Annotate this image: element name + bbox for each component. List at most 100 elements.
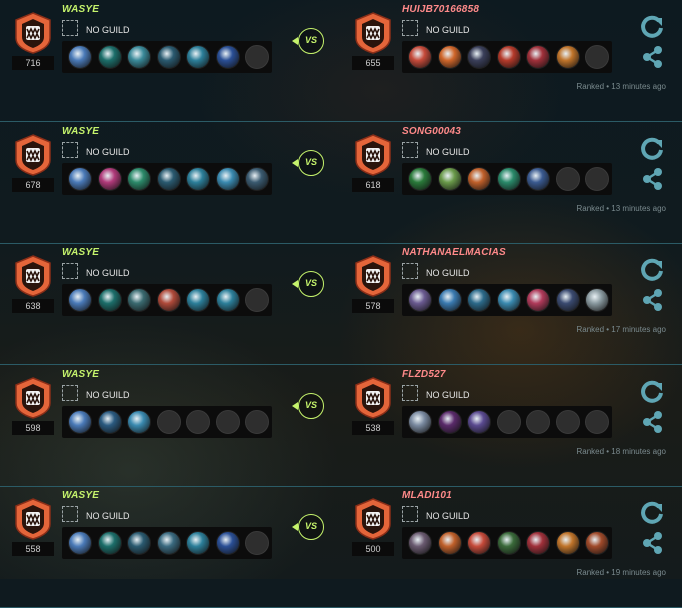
hero-portrait[interactable] <box>127 531 151 555</box>
player-name-link[interactable]: WASYE <box>62 369 99 380</box>
player-name-link[interactable]: MLADI101 <box>402 490 452 501</box>
hero-portrait[interactable] <box>97 45 122 69</box>
hero-portrait[interactable] <box>585 288 609 312</box>
hero-portrait[interactable] <box>467 409 491 434</box>
hero-lineup <box>62 162 272 195</box>
team-left: 638 WASYE NO GUILD <box>10 243 280 353</box>
hero-portrait[interactable] <box>408 45 432 69</box>
hero-portrait[interactable] <box>186 531 210 555</box>
replay-icon[interactable] <box>640 501 664 525</box>
hero-portrait[interactable] <box>245 166 269 191</box>
hero-portrait[interactable] <box>127 166 151 191</box>
player-name-link[interactable]: HUIJB70166858 <box>402 4 479 15</box>
hero-portrait[interactable] <box>97 531 122 555</box>
player-name-link[interactable]: WASYE <box>62 4 99 15</box>
empty-hero-slot <box>245 531 269 555</box>
player-name-link[interactable]: NATHANAELMACIAS <box>402 247 506 258</box>
hero-portrait[interactable] <box>127 45 151 69</box>
hero-portrait[interactable] <box>437 288 462 312</box>
hero-portrait[interactable] <box>186 166 210 191</box>
player-name-link[interactable]: WASYE <box>62 247 99 258</box>
guild-name: NO GUILD <box>426 511 470 521</box>
share-icon[interactable] <box>641 531 665 555</box>
hero-portrait[interactable] <box>186 288 210 312</box>
hero-portrait[interactable] <box>156 166 181 191</box>
team-left: 678 WASYE NO GUILD <box>10 122 280 232</box>
hero-portrait[interactable] <box>68 531 92 555</box>
share-icon[interactable] <box>641 410 665 434</box>
hero-portrait[interactable] <box>467 166 491 191</box>
share-icon[interactable] <box>641 288 665 312</box>
rank-badge-icon <box>14 133 52 176</box>
hero-portrait[interactable] <box>585 531 609 555</box>
hero-portrait[interactable] <box>496 45 521 69</box>
hero-portrait[interactable] <box>97 166 122 191</box>
hero-portrait[interactable] <box>496 288 521 312</box>
rank-points: 618 <box>352 177 394 192</box>
hero-portrait[interactable] <box>496 166 521 191</box>
hero-portrait[interactable] <box>555 45 580 69</box>
hero-portrait[interactable] <box>97 409 122 434</box>
hero-portrait[interactable] <box>215 45 240 69</box>
hero-portrait[interactable] <box>68 409 92 434</box>
hero-portrait[interactable] <box>408 531 432 555</box>
guild-flag-icon <box>402 263 418 279</box>
replay-icon[interactable] <box>640 15 664 39</box>
vs-badge: VS <box>298 271 324 297</box>
hero-portrait[interactable] <box>467 531 491 555</box>
vs-badge: VS <box>298 28 324 54</box>
hero-portrait[interactable] <box>186 45 210 69</box>
player-name-link[interactable]: WASYE <box>62 126 99 137</box>
hero-portrait[interactable] <box>526 288 550 312</box>
hero-portrait[interactable] <box>437 531 462 555</box>
hero-portrait[interactable] <box>68 288 92 312</box>
player-name-link[interactable]: SONG00043 <box>402 126 461 137</box>
guild-flag-icon <box>402 20 418 36</box>
hero-portrait[interactable] <box>467 45 491 69</box>
match-row: 678 WASYE NO GUILD VS 618 SONG00043 NO GUILD Ra… <box>0 122 682 244</box>
hero-portrait[interactable] <box>127 409 151 434</box>
guild-flag-icon <box>402 141 418 158</box>
match-row: 558 WASYE NO GUILD VS 500 MLADI101 NO GUILD Ran… <box>0 486 682 608</box>
share-icon[interactable] <box>641 167 665 191</box>
match-meta: Ranked • 13 minutes ago <box>576 203 666 213</box>
hero-portrait[interactable] <box>526 531 550 555</box>
hero-portrait[interactable] <box>215 166 240 191</box>
rank-badge-icon <box>354 498 392 540</box>
hero-portrait[interactable] <box>555 288 580 312</box>
hero-portrait[interactable] <box>127 288 151 312</box>
hero-portrait[interactable] <box>555 531 580 555</box>
hero-portrait[interactable] <box>97 288 122 312</box>
rank-badge-icon <box>14 376 52 419</box>
hero-portrait[interactable] <box>526 166 550 191</box>
hero-lineup <box>62 284 272 316</box>
hero-portrait[interactable] <box>408 409 432 434</box>
replay-icon[interactable] <box>640 380 664 404</box>
replay-icon[interactable] <box>640 137 664 161</box>
hero-portrait[interactable] <box>215 288 240 312</box>
hero-portrait[interactable] <box>408 288 432 312</box>
empty-hero-slot <box>245 45 269 69</box>
share-icon[interactable] <box>641 45 665 69</box>
team-left: 716 WASYE NO GUILD <box>10 0 280 110</box>
hero-lineup <box>402 527 612 559</box>
hero-portrait[interactable] <box>68 45 92 69</box>
hero-portrait[interactable] <box>68 166 92 191</box>
hero-portrait[interactable] <box>215 531 240 555</box>
hero-portrait[interactable] <box>496 531 521 555</box>
hero-portrait[interactable] <box>156 531 181 555</box>
hero-portrait[interactable] <box>156 288 181 312</box>
hero-portrait[interactable] <box>437 45 462 69</box>
vs-badge: VS <box>298 514 324 540</box>
player-name-link[interactable]: FLZD527 <box>402 369 446 380</box>
replay-icon[interactable] <box>640 258 664 282</box>
player-name-link[interactable]: WASYE <box>62 490 99 501</box>
hero-portrait[interactable] <box>437 409 462 434</box>
hero-portrait[interactable] <box>156 45 181 69</box>
hero-portrait[interactable] <box>467 288 491 312</box>
hero-portrait[interactable] <box>408 166 432 191</box>
hero-portrait[interactable] <box>437 166 462 191</box>
hero-portrait[interactable] <box>526 45 550 69</box>
match-meta: Ranked • 17 minutes ago <box>576 325 666 334</box>
rank-badge-icon <box>354 12 392 54</box>
